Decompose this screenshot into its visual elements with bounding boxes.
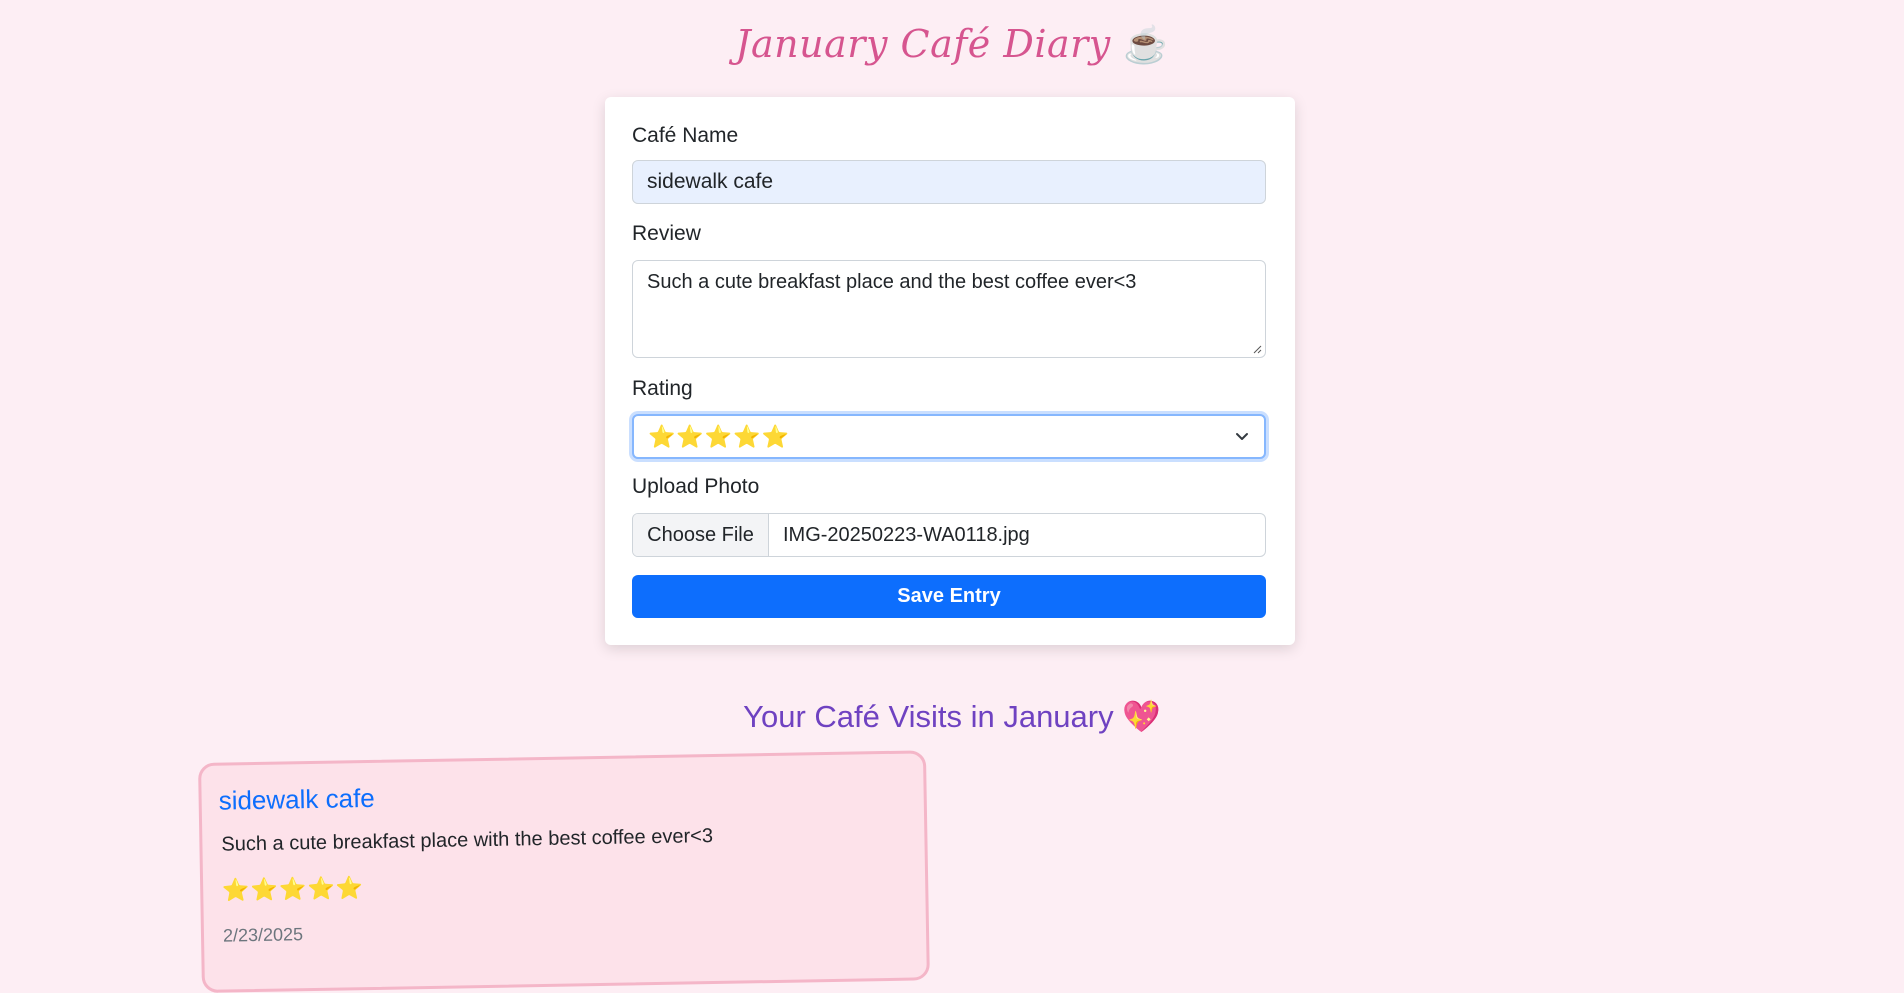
rating-label: Rating <box>632 377 693 400</box>
coffee-icon: ☕ <box>1123 25 1169 66</box>
review-label: Review <box>632 222 701 245</box>
chevron-down-icon <box>1236 433 1248 440</box>
cafe-name-label: Café Name <box>632 124 739 147</box>
cafe-visits-heading: Your Café Visits in January 💖 <box>0 698 1904 735</box>
rating-stars: ⭐⭐⭐⭐⭐ <box>648 424 790 449</box>
entry-rating-stars: ⭐⭐⭐⭐⭐ <box>222 875 365 903</box>
entry-cafe-name: sidewalk cafe <box>218 782 375 816</box>
selected-file-name: IMG-20250223-WA0118.jpg <box>783 524 1030 546</box>
review-text: Such a cute breakfast place and the best… <box>647 271 1137 293</box>
resize-grip-icon[interactable] <box>1252 344 1262 354</box>
rating-select[interactable]: ⭐⭐⭐⭐⭐ <box>632 414 1266 459</box>
cafe-entry-card[interactable]: sidewalk cafe Such a cute breakfast plac… <box>198 750 930 993</box>
save-entry-button[interactable]: Save Entry <box>632 575 1266 618</box>
upload-photo-label: Upload Photo <box>632 475 760 498</box>
entry-review: Such a cute breakfast place with the bes… <box>221 825 714 856</box>
photo-file-input[interactable]: Choose File IMG-20250223-WA0118.jpg <box>632 513 1266 557</box>
page-title-text: January Café Diary <box>735 22 1111 66</box>
entry-date: 2/23/2025 <box>222 924 304 946</box>
review-textarea[interactable]: Such a cute breakfast place and the best… <box>632 260 1266 358</box>
page-title: January Café Diary ☕ <box>0 22 1904 66</box>
heart-icon: 💖 <box>1122 699 1161 734</box>
choose-file-button[interactable]: Choose File <box>633 514 769 556</box>
cafe-name-input[interactable]: sidewalk cafe <box>632 160 1266 204</box>
cafe-visits-heading-text: Your Café Visits in January <box>743 699 1114 734</box>
cafe-entry-form: Café Name sidewalk cafe Review Such a cu… <box>605 97 1295 645</box>
